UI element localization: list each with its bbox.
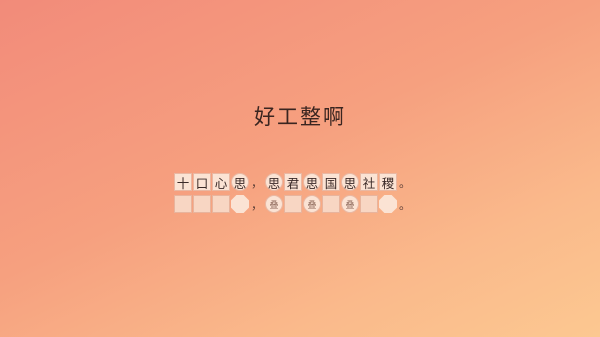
char-tile[interactable]: 口 <box>193 173 211 191</box>
hint-slot-round[interactable]: 叠 <box>265 195 283 213</box>
char-tile-round[interactable]: 思 <box>341 173 359 191</box>
char-tile[interactable]: 十 <box>174 173 192 191</box>
blank-square-slot[interactable] <box>174 195 192 213</box>
period-punct: 。 <box>398 198 411 212</box>
char-tile-round[interactable]: 思 <box>303 173 321 191</box>
blank-octagon-slot[interactable] <box>379 195 397 213</box>
blank-octagon-slot[interactable] <box>231 195 249 213</box>
repeat-hint: 叠 <box>307 200 317 211</box>
blank-square-slot[interactable] <box>284 195 302 213</box>
comma-punct: ， <box>250 176 263 190</box>
char-tile[interactable]: 心 <box>212 173 230 191</box>
repeat-hint: 叠 <box>269 200 279 211</box>
char-tile[interactable]: 国 <box>322 173 340 191</box>
period-punct: 。 <box>398 176 411 190</box>
char-tile[interactable]: 稷 <box>379 173 397 191</box>
blank-square-slot[interactable] <box>360 195 378 213</box>
comma-punct: ， <box>250 198 263 212</box>
char-tile[interactable]: 社 <box>360 173 378 191</box>
repeat-hint: 叠 <box>345 200 355 211</box>
hint-slot-round[interactable]: 叠 <box>303 195 321 213</box>
hint-slot-round[interactable]: 叠 <box>341 195 359 213</box>
char-tile-round[interactable]: 思 <box>265 173 283 191</box>
char-tile-round[interactable]: 思 <box>231 173 249 191</box>
blank-square-slot[interactable] <box>322 195 340 213</box>
blank-square-slot[interactable] <box>212 195 230 213</box>
page-title: 好工整啊 <box>254 105 346 129</box>
blank-square-slot[interactable] <box>193 195 211 213</box>
char-tile[interactable]: 君 <box>284 173 302 191</box>
couplet-row-puzzle: ， 叠 叠 叠 。 <box>174 193 413 215</box>
couplet-row-answer: 十 口 心 思 ， 思 君 思 国 思 社 稷 。 <box>174 171 413 193</box>
